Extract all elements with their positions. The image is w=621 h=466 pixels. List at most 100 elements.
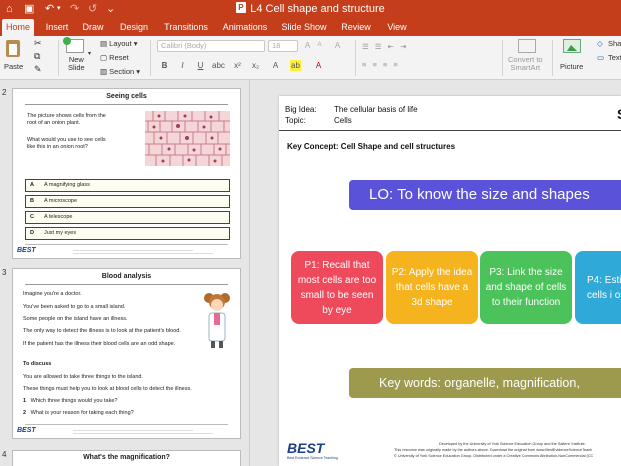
new-slide-button[interactable]: New Slide: [68, 56, 85, 72]
tab-transitions[interactable]: Transitions: [160, 19, 212, 36]
smartart-icon[interactable]: [518, 39, 536, 53]
p4-box[interactable]: P4: Esti the num cells i organ: [575, 251, 621, 324]
answer-option: B A microscope: [25, 195, 230, 208]
section-icon: ▥: [100, 67, 110, 76]
convert-to-smartart-button[interactable]: Convert to SmartArt: [508, 56, 543, 72]
option-letter: A: [30, 182, 34, 188]
format-painter-icon[interactable]: ✎: [34, 64, 42, 75]
onion-cells-image: [145, 111, 230, 166]
reset-label: Reset: [109, 53, 129, 62]
question-text: Which three things would you take?: [30, 398, 118, 404]
answer-option: A A magnifying glass: [25, 179, 230, 192]
learning-objective-banner[interactable]: LO: To know the size and shapes: [349, 180, 621, 210]
increase-font-size-icon[interactable]: A: [302, 40, 313, 51]
paste-icon[interactable]: [6, 40, 20, 57]
footer-credit: Developed by the University of York Scie…: [439, 442, 586, 446]
tab-review[interactable]: Review: [338, 19, 374, 36]
answer-option: D Just my eyes: [25, 227, 230, 240]
new-slide-icon[interactable]: [63, 37, 84, 53]
cut-icon[interactable]: ✂: [34, 38, 42, 49]
option-text: A microscope: [44, 198, 78, 204]
topic-label: Topic:: [285, 116, 306, 125]
thumb-text: You've been asked to go to a small islan…: [23, 304, 126, 310]
thumb-question: 1 Which three things would you take?: [23, 398, 117, 405]
italic-button[interactable]: I: [177, 60, 188, 71]
ribbon-divider: [150, 40, 151, 76]
tab-home[interactable]: Home: [2, 19, 34, 36]
thumb-title-rule: [25, 104, 228, 105]
picture-icon[interactable]: [563, 39, 581, 53]
font-name-field[interactable]: Calibri (Body): [157, 40, 265, 52]
copy-icon[interactable]: ⧉: [34, 51, 40, 62]
footer-fine-print: [73, 253, 213, 254]
question-number: 2: [23, 410, 27, 416]
decrease-font-size-icon[interactable]: A: [314, 40, 325, 51]
tab-view[interactable]: View: [383, 19, 411, 36]
slide-thumbnail-3[interactable]: Blood analysis Imagine you're a doctor. …: [12, 268, 241, 439]
font-size-field[interactable]: 18: [268, 40, 298, 52]
topic-value: Cells: [334, 116, 352, 125]
reset-button[interactable]: ▢ Reset: [100, 53, 129, 62]
slide-number: 4: [2, 450, 7, 459]
tab-design[interactable]: Design: [116, 19, 152, 36]
tab-animations[interactable]: Animations: [220, 19, 270, 36]
thumb-text: What would you use to see cells: [27, 137, 106, 143]
picture-button[interactable]: Picture: [560, 62, 583, 71]
footer-fine-print: [73, 430, 193, 431]
slide-thumbnail-4[interactable]: What's the magnification?: [12, 450, 241, 466]
p2-box[interactable]: P2: Apply the idea that cells have a 3d …: [386, 251, 478, 324]
shapes-button[interactable]: Sha: [608, 39, 621, 48]
option-letter: B: [30, 198, 34, 204]
ribbon-divider: [355, 40, 356, 76]
reset-icon: ▢: [100, 53, 110, 62]
font-color-icon[interactable]: A: [313, 60, 324, 71]
underline-button[interactable]: U: [195, 60, 206, 71]
textbox-icon[interactable]: ▭: [597, 53, 604, 62]
big-idea-label: Big Idea:: [285, 105, 317, 114]
list-buttons[interactable]: ☰ ☰ ⇤ ⇥: [362, 42, 408, 51]
thumb-text: Some people on the island have an illnes…: [23, 316, 128, 322]
footer-credit: © University of York Science Education G…: [394, 454, 594, 458]
layout-button[interactable]: ▤ Layout ▾: [100, 39, 138, 48]
textbox-button[interactable]: Text: [608, 53, 621, 62]
powerpoint-window: ⌂ ▣ ↶ ▾ ↷ ↺ ⌄ L4 Cell shape and structur…: [0, 0, 621, 466]
slide-number: 2: [2, 88, 7, 97]
ribbon-tabs: Home Insert Draw Design Transitions Anim…: [0, 19, 621, 36]
paste-button[interactable]: Paste: [4, 62, 23, 71]
big-idea-value: The cellular basis of life: [334, 105, 418, 114]
tab-slide-show[interactable]: Slide Show: [280, 19, 328, 36]
subscript-button[interactable]: x₂: [250, 60, 261, 71]
new-slide-dropdown-icon[interactable]: ▾: [88, 50, 91, 57]
thumb-footer-rule: [25, 244, 228, 245]
slide-corner-letter: S: [617, 106, 621, 122]
key-words-banner[interactable]: Key words: organelle, magnification,: [349, 368, 621, 398]
best-logo: BEST: [17, 247, 36, 254]
text-effects-icon[interactable]: A: [270, 60, 281, 71]
strikethrough-button[interactable]: abc: [212, 60, 225, 71]
option-text: Just my eyes: [44, 230, 77, 236]
footer-credit: This resource was originally made by the…: [394, 448, 593, 452]
clear-formatting-icon[interactable]: A: [332, 40, 343, 51]
superscript-button[interactable]: x²: [232, 60, 243, 71]
question-number: 1: [23, 398, 27, 404]
tab-draw[interactable]: Draw: [80, 19, 106, 36]
question-text: What is your reason for taking each thin…: [30, 410, 134, 416]
section-label: Section: [109, 67, 135, 76]
slide-thumbnail-2[interactable]: Seeing cells The picture shows cells fro…: [12, 88, 241, 259]
slide-thumbnail-panel[interactable]: 2 Seeing cells The picture shows cells f…: [0, 80, 250, 466]
bold-button[interactable]: B: [159, 60, 170, 71]
p3-box[interactable]: P3: Link the size and shape of cells to …: [480, 251, 572, 324]
layout-label: Layout: [109, 39, 132, 48]
thumb-text: root of an onion plant.: [27, 120, 81, 126]
highlight-color-icon[interactable]: ab: [290, 60, 301, 71]
option-letter: D: [30, 230, 34, 236]
window-title: L4 Cell shape and structure: [0, 1, 621, 16]
tab-insert[interactable]: Insert: [42, 19, 72, 36]
current-slide[interactable]: Big Idea: The cellular basis of life Top…: [279, 96, 621, 466]
footer-fine-print: [73, 433, 213, 434]
p1-box[interactable]: P1: Recall that most cells are too small…: [291, 251, 383, 324]
slide-editor[interactable]: Big Idea: The cellular basis of life Top…: [251, 80, 621, 466]
align-buttons[interactable]: ≡ ≡ ≡ ≡: [362, 60, 400, 69]
shapes-icon[interactable]: ◇: [597, 39, 603, 48]
section-button[interactable]: ▥ Section ▾: [100, 67, 140, 76]
